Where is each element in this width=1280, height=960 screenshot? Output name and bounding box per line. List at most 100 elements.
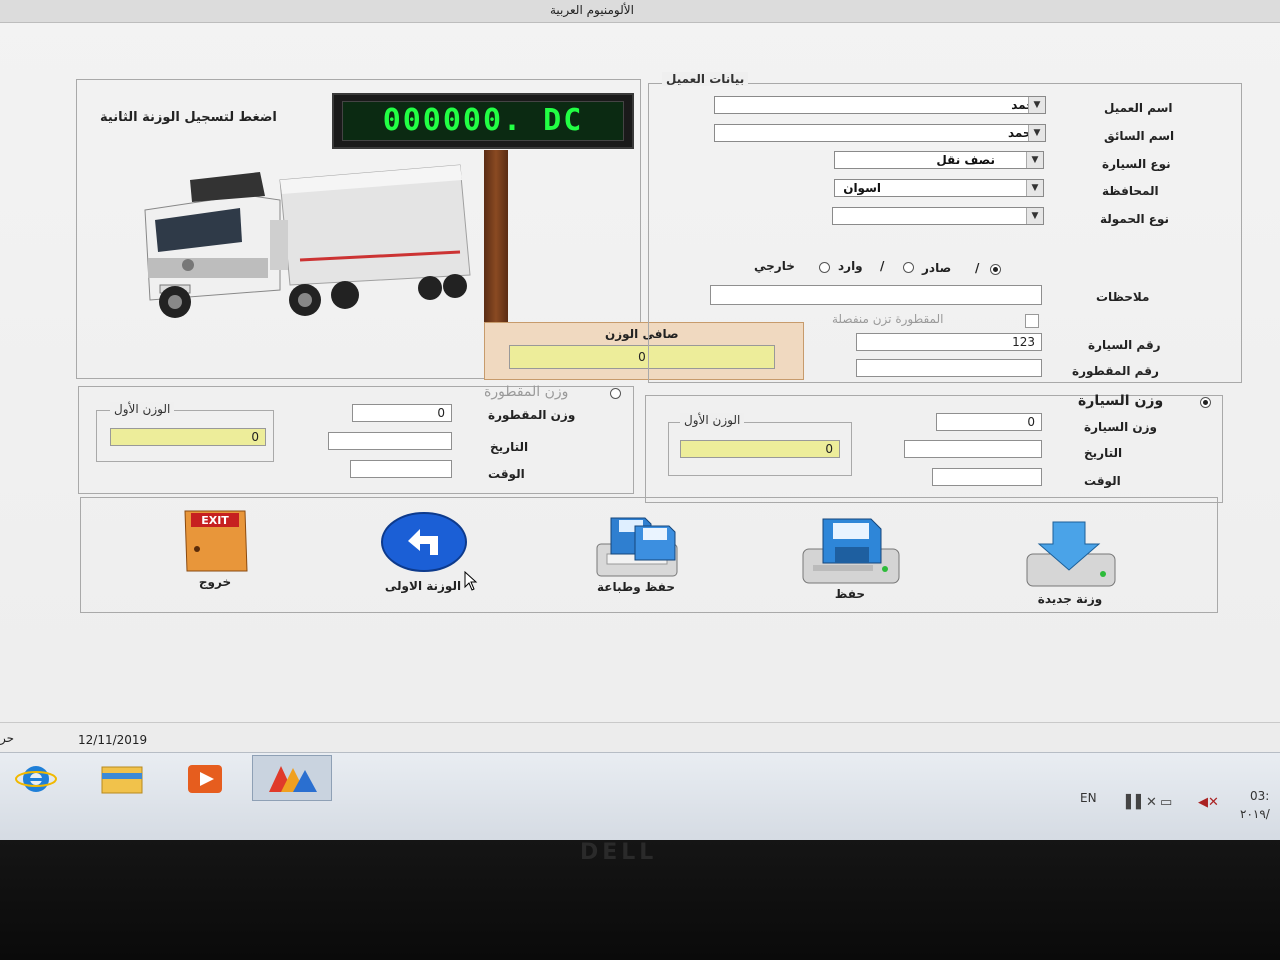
trailer-date-field[interactable]	[328, 432, 452, 450]
vehicle-weight-label: وزن السيارة	[1084, 420, 1158, 434]
governorate-value: اسوان	[843, 181, 881, 195]
vehicle-number-field[interactable]: 123	[856, 333, 1042, 351]
vehicle-type-value: نصف نقل	[936, 153, 995, 167]
trailer-number-field[interactable]	[856, 359, 1042, 377]
new-weighing-label: وزنة جديدة	[1037, 592, 1103, 606]
chevron-down-icon[interactable]: ▼	[1028, 125, 1045, 141]
exit-button[interactable]: EXIT خروج	[150, 505, 280, 605]
exit-door-icon: EXIT	[184, 510, 248, 572]
trailer-time-field[interactable]	[350, 460, 452, 478]
slash-separator: /	[880, 259, 885, 273]
vehicle-number-label: رقم السيارة	[1088, 338, 1161, 352]
vehicle-weight-value: 0	[1027, 415, 1035, 429]
direction-incoming-radio[interactable]	[903, 262, 914, 273]
vehicle-time-field[interactable]	[932, 468, 1042, 486]
window-titlebar: الألومنيوم العربية	[0, 0, 1280, 23]
monitor-screen: الألومنيوم العربية اضغط لتسجيل الوزنة ال…	[0, 0, 1280, 841]
trailer-weight-field[interactable]: 0	[352, 404, 452, 422]
customer-panel-title: بيانات العميل	[662, 72, 749, 86]
direction-incoming-label: وارد	[838, 259, 863, 273]
vehicle-first-weight-field: 0	[680, 440, 840, 458]
clock-date[interactable]: ٢٠١٩/	[1240, 807, 1270, 821]
direction-outgoing-label: صادر	[922, 261, 952, 275]
media-player-icon[interactable]	[178, 761, 234, 797]
chevron-down-icon[interactable]: ▼	[1026, 208, 1043, 224]
chevron-down-icon[interactable]: ▼	[1028, 97, 1045, 113]
window-title: الألومنيوم العربية	[550, 3, 634, 17]
display-icon[interactable]: ▭	[1160, 795, 1172, 810]
direction-external-radio[interactable]	[819, 262, 830, 273]
driver-name-combo[interactable]: محمد ▼	[714, 124, 1046, 142]
scale-reading: 000000. DC	[342, 101, 624, 141]
vehicle-weight-field[interactable]: 0	[936, 413, 1042, 431]
direction-outgoing-radio[interactable]	[990, 264, 1001, 275]
trailer-weight-value: 0	[437, 406, 445, 420]
vehicle-time-label: الوقت	[1084, 474, 1121, 488]
scale-reading-display: 000000. DC	[332, 93, 634, 149]
notes-label: ملاحظات	[1096, 290, 1150, 304]
save-print-icon	[596, 517, 678, 577]
clock-time[interactable]: 03:	[1250, 789, 1269, 803]
mouse-cursor-icon	[464, 571, 478, 591]
vehicle-number-value: 123	[1012, 335, 1035, 349]
chevron-down-icon[interactable]: ▼	[1026, 180, 1043, 196]
vehicle-type-combo[interactable]: نصف نقل ▼	[834, 151, 1044, 169]
governorate-label: المحافظة	[1102, 184, 1159, 198]
volume-icon[interactable]: ◀✕	[1198, 795, 1219, 810]
trailer-time-label: الوقت	[488, 467, 525, 481]
load-type-combo[interactable]: ▼	[832, 207, 1044, 225]
vehicle-date-label: التاريخ	[1084, 446, 1123, 460]
new-weighing-download-icon	[1026, 521, 1116, 587]
monitor-brand-logo: DELL	[580, 840, 658, 865]
trailer-first-weight-field: 0	[110, 428, 266, 446]
vehicle-first-weight-title: الوزن الأول	[680, 413, 745, 427]
status-bar: حر 12/11/2019	[0, 722, 1280, 753]
trailer-first-weight-value: 0	[251, 430, 259, 444]
chevron-down-icon[interactable]: ▼	[1026, 152, 1043, 168]
barrier-pole	[484, 150, 508, 322]
internet-explorer-icon[interactable]	[10, 761, 66, 797]
vehicle-first-weight-value: 0	[825, 442, 833, 456]
second-weighing-prompt[interactable]: اضغط لتسجيل الوزنة الثانية	[100, 110, 277, 125]
trailer-weight-label: وزن المقطورة	[488, 408, 576, 422]
save-print-button[interactable]: حفظ وطباعة	[571, 510, 701, 610]
exit-label: خروج	[198, 575, 232, 589]
vehicle-weight-title: وزن السيارة	[1078, 393, 1164, 409]
status-date: 12/11/2019	[78, 733, 148, 747]
trailer-number-label: رقم المقطورة	[1072, 364, 1159, 378]
first-weighing-button[interactable]: الوزنة الاولى	[358, 505, 488, 605]
trailer-weight-title: وزن المقطورة	[484, 384, 569, 400]
weighbridge-app-taskbar-button[interactable]	[252, 755, 332, 801]
driver-name-label: اسم السائق	[1104, 129, 1175, 143]
file-explorer-icon[interactable]	[96, 761, 152, 797]
weighbridge-app-icon	[269, 766, 317, 792]
slash-separator: /	[975, 261, 980, 275]
vehicle-date-field[interactable]	[904, 440, 1042, 458]
separate-trailer-checkbox[interactable]	[1025, 314, 1039, 328]
svg-text:EXIT: EXIT	[201, 514, 229, 527]
language-indicator[interactable]: EN	[1080, 791, 1097, 805]
monitor-bezel: DELL	[0, 840, 1280, 960]
trailer-weight-radio[interactable]	[610, 388, 621, 399]
load-type-label: نوع الحمولة	[1100, 212, 1170, 226]
network-icon[interactable]: ▌▌✕	[1126, 795, 1157, 810]
customer-name-combo[interactable]: احمد ▼	[714, 96, 1046, 114]
save-disk-icon	[802, 518, 900, 584]
truck-image	[144, 164, 471, 318]
vehicle-type-label: نوع السيارة	[1102, 157, 1171, 171]
trailer-first-weight-title: الوزن الأول	[110, 402, 175, 416]
direction-external-label: خارجي	[754, 259, 795, 273]
trailer-date-label: التاريخ	[490, 440, 529, 454]
save-print-label: حفظ وطباعة	[597, 580, 675, 594]
save-label: حفظ	[834, 587, 866, 601]
save-button[interactable]: حفظ	[785, 515, 915, 615]
governorate-combo[interactable]: اسوان ▼	[834, 179, 1044, 197]
windows-taskbar: EN ▌▌✕ ▭ ◀✕ 03: ٢٠١٩/	[0, 752, 1280, 841]
status-left-fragment: حر	[0, 731, 15, 745]
vehicle-weight-radio[interactable]	[1200, 397, 1211, 408]
customer-name-label: اسم العميل	[1104, 101, 1173, 115]
new-weighing-button[interactable]: وزنة جديدة	[1005, 518, 1135, 618]
notes-field[interactable]	[710, 285, 1042, 305]
return-arrow-icon	[381, 512, 467, 572]
separate-trailer-label: المقطورة تزن منفصلة	[832, 312, 944, 326]
